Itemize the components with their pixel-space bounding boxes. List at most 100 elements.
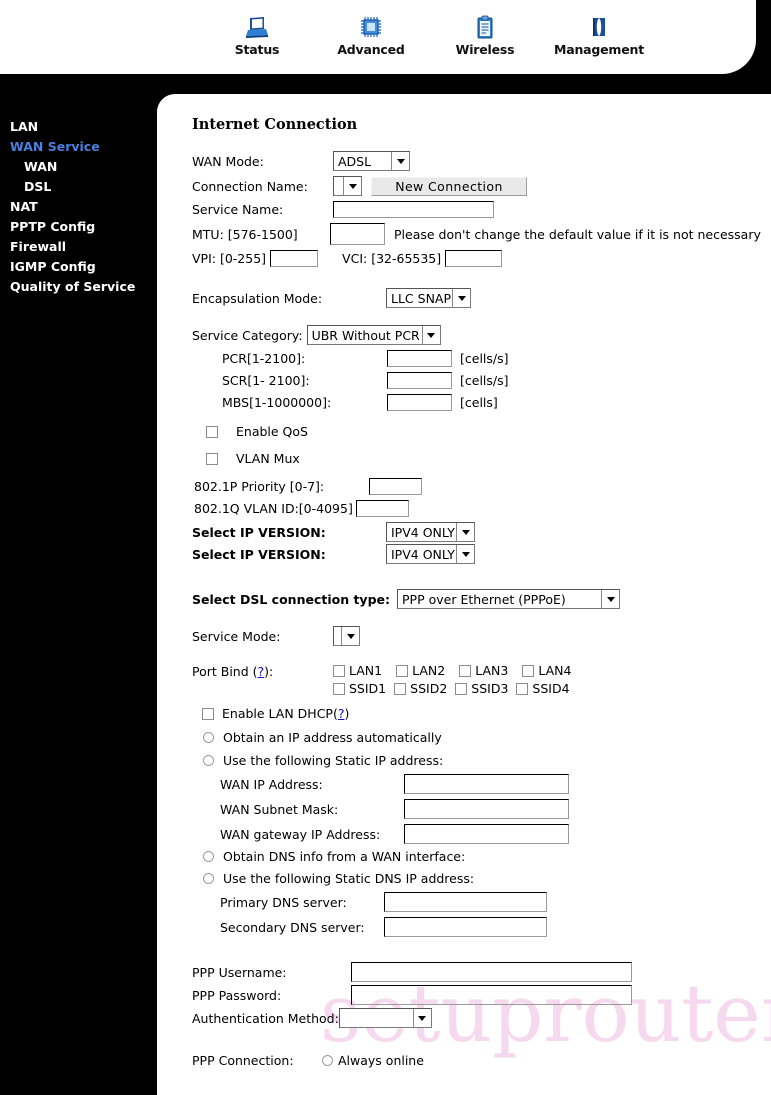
authentication-method-select[interactable] (338, 1008, 432, 1028)
sidebar-item-wan-service[interactable]: WAN Service (0, 137, 157, 157)
row-wan-ip: WAN IP Address: (192, 774, 771, 794)
chevron-down-icon (601, 590, 620, 608)
sidebar: LAN WAN Service WAN DSL NAT PPTP Config … (0, 74, 157, 1095)
content-panel: setuprouter Internet Connection WAN Mode… (157, 94, 771, 1095)
enable-lan-dhcp-checkbox[interactable] (202, 707, 214, 720)
row-scr: SCR[1- 2100]: [cells/s] (192, 372, 771, 389)
obtain-dns-auto-radio[interactable] (203, 851, 214, 862)
secondary-dns-input[interactable] (384, 917, 547, 937)
port-bind-ssid3-checkbox[interactable] (455, 682, 468, 695)
pcr-label: PCR[1-2100]: (222, 351, 306, 366)
ppp-username-input[interactable] (351, 962, 632, 982)
port-bind-ssid3-label: SSID3 (471, 681, 509, 696)
ppp-password-label: PPP Password: (192, 987, 282, 1003)
wan-subnet-mask-label: WAN Subnet Mask: (220, 801, 339, 817)
port-bind-lan2-checkbox[interactable] (396, 664, 409, 677)
chevron-down-icon (391, 152, 409, 170)
port-bind-ssid2-checkbox[interactable] (394, 682, 407, 695)
ppp-password-input[interactable] (351, 985, 632, 1005)
primary-dns-label: Primary DNS server: (220, 894, 347, 910)
mtu-input[interactable] (330, 223, 385, 245)
8021p-priority-input[interactable] (369, 478, 422, 495)
mbs-input[interactable] (387, 394, 452, 411)
service-name-label: Service Name: (192, 202, 284, 217)
nav-item-status[interactable]: Status (218, 14, 296, 57)
pcr-input[interactable] (387, 350, 452, 367)
sidebar-item-wan[interactable]: WAN (0, 157, 157, 177)
wan-mode-select-value: ADSL (338, 153, 372, 169)
port-bind-label-group: Port Bind (?): (192, 664, 274, 679)
ip-version-select-1[interactable]: IPV4 ONLY (386, 522, 475, 542)
row-dns-static: Use the following Static DNS IP address: (192, 871, 771, 886)
ip-version-select-2-value: IPV4 ONLY (391, 546, 455, 562)
pcr-unit: [cells/s] (460, 351, 509, 366)
chip-icon (358, 14, 384, 40)
row-service-name: Service Name: (192, 201, 771, 218)
nav-item-wireless[interactable]: Wireless (446, 14, 524, 57)
row-mbs: MBS[1-1000000]: [cells] (192, 394, 771, 411)
8021q-vlan-id-input[interactable] (355, 500, 409, 517)
ppp-username-label: PPP Username: (192, 964, 287, 980)
sidebar-item-lan[interactable]: LAN (0, 117, 157, 137)
nav-item-advanced[interactable]: Advanced (332, 14, 410, 57)
connection-name-label: Connection Name: (192, 178, 308, 194)
enable-lan-dhcp-help-link[interactable]: ? (338, 706, 345, 721)
obtain-ip-automatically-radio[interactable] (203, 732, 214, 743)
wan-subnet-mask-input[interactable] (404, 799, 569, 819)
nav-label-management: Management (554, 42, 645, 57)
sidebar-item-quality-of-service[interactable]: Quality of Service (0, 277, 157, 297)
row-obtain-ip-auto: Obtain an IP address automatically (192, 730, 771, 745)
scr-label: SCR[1- 2100]: (222, 373, 310, 388)
row-secondary-dns: Secondary DNS server: (192, 917, 771, 937)
chevron-down-icon (456, 523, 474, 541)
row-service-category: Service Category: UBR Without PCR (192, 325, 771, 345)
primary-dns-input[interactable] (384, 892, 547, 912)
dsl-connection-type-select-value: PPP over Ethernet (PPPoE) (402, 591, 566, 607)
row-mtu: MTU: [576-1500] Please don't change the … (192, 223, 771, 245)
enable-qos-checkbox[interactable] (206, 425, 218, 438)
connection-name-select[interactable] (333, 176, 362, 196)
sidebar-item-pptp-config[interactable]: PPTP Config (0, 217, 157, 237)
row-wan-gateway: WAN gateway IP Address: (192, 824, 771, 844)
monitor-icon (244, 14, 270, 40)
sidebar-item-dsl[interactable]: DSL (0, 177, 157, 197)
service-mode-select[interactable] (333, 626, 360, 646)
port-bind-lan4-checkbox[interactable] (522, 664, 535, 677)
secondary-dns-label: Secondary DNS server: (220, 919, 365, 935)
scr-input[interactable] (387, 372, 452, 389)
port-bind-ssid1-checkbox[interactable] (333, 682, 345, 695)
vlan-mux-checkbox[interactable] (206, 452, 218, 465)
sidebar-item-firewall[interactable]: Firewall (0, 237, 157, 257)
encapsulation-mode-select[interactable]: LLC SNAP (386, 288, 471, 308)
new-connection-button[interactable]: New Connection (371, 176, 527, 196)
row-connection-name: Connection Name: New Connection (192, 176, 771, 196)
sidebar-item-igmp-config[interactable]: IGMP Config (0, 257, 157, 277)
use-static-ip-radio[interactable] (203, 755, 214, 766)
port-bind-ssid4-checkbox[interactable] (516, 682, 529, 695)
wan-gateway-input[interactable] (404, 824, 569, 844)
encapsulation-mode-select-value: LLC SNAP (391, 290, 452, 306)
sidebar-item-nat[interactable]: NAT (0, 197, 157, 217)
chevron-down-icon (421, 326, 440, 344)
ip-version-select-2[interactable]: IPV4 ONLY (386, 544, 475, 564)
row-enable-lan-dhcp: Enable LAN DHCP (?) (192, 706, 771, 721)
port-bind-lan3-checkbox[interactable] (459, 664, 472, 677)
port-bind-lan1-checkbox[interactable] (333, 664, 345, 677)
row-wan-mode: WAN Mode: ADSL (192, 151, 771, 171)
service-name-input[interactable] (333, 201, 494, 218)
chevron-down-icon (412, 1009, 431, 1027)
service-category-select[interactable]: UBR Without PCR (306, 325, 441, 345)
enable-qos-label: Enable QoS (236, 424, 308, 439)
mbs-unit: [cells] (460, 395, 498, 410)
encapsulation-mode-label: Encapsulation Mode: (192, 290, 323, 306)
vci-input[interactable] (445, 250, 503, 267)
use-static-dns-radio[interactable] (203, 873, 214, 884)
wan-ip-input[interactable] (404, 774, 569, 794)
nav-item-management[interactable]: Management (554, 14, 644, 57)
dsl-connection-type-select[interactable]: PPP over Ethernet (PPPoE) (397, 589, 621, 609)
always-online-radio[interactable] (322, 1055, 333, 1066)
port-bind-lan3-label: LAN3 (475, 663, 509, 678)
vpi-input[interactable] (270, 250, 319, 267)
row-ppp-username: PPP Username: (192, 962, 771, 982)
wan-mode-select[interactable]: ADSL (333, 151, 410, 171)
